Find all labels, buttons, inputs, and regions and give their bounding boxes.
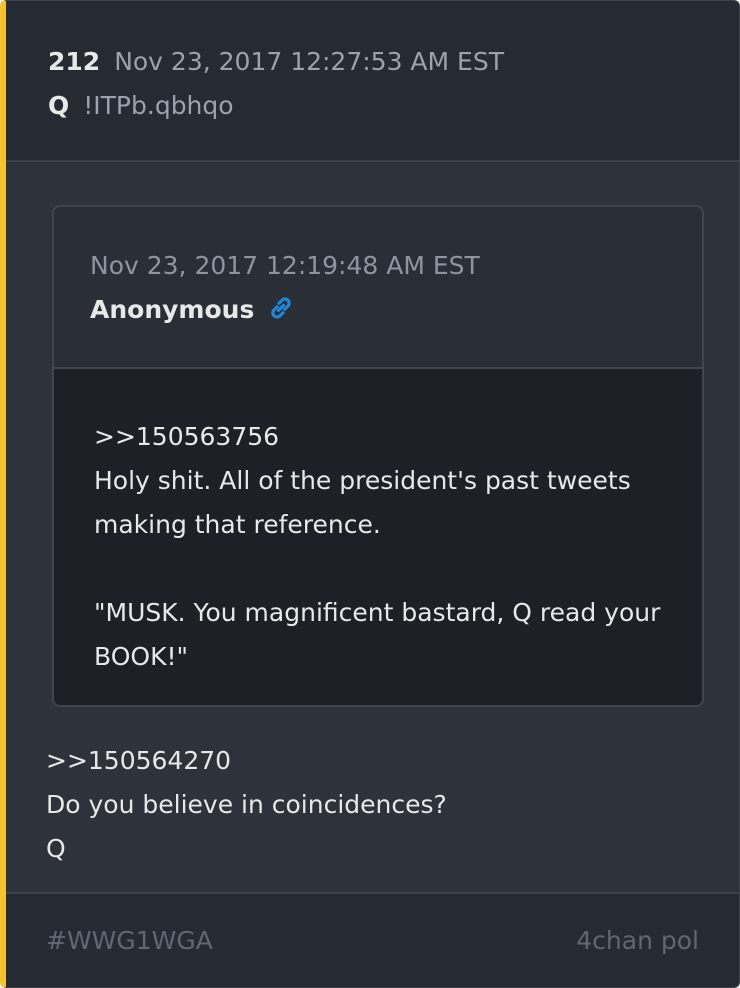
quoted-post-timestamp: Nov 23, 2017 12:19:48 AM EST [90,251,480,280]
post-reply-ref[interactable]: >>150564270 [46,739,447,783]
post-timestamp: Nov 23, 2017 12:27:53 AM EST [114,47,504,76]
quoted-post-reply-ref[interactable]: >>150563756 [94,415,674,459]
post-source: 4chan pol [576,926,699,955]
post-tripcode: !ITPb.qbhqo [83,91,234,120]
quoted-post: Nov 23, 2017 12:19:48 AM EST Anonymous >… [52,205,704,707]
post-header: 212 Nov 23, 2017 12:27:53 AM EST Q !ITPb.q… [6,1,739,162]
quoted-post-author: Anonymous [90,295,255,324]
post-signature: Q [46,834,66,863]
quoted-post-body: >>150563756 Holy shit. All of the presid… [94,415,674,679]
quoted-post-line: Holy shit. All of the president's past t… [94,466,631,539]
quoted-post-header: Nov 23, 2017 12:19:48 AM EST Anonymous [54,207,702,369]
post-card: 212 Nov 23, 2017 12:27:53 AM EST Q !ITPb.q… [0,0,740,988]
post-number: 212 [48,47,101,76]
post-body: >>150564270 Do you believe in coincidenc… [46,739,447,871]
post-author: Q [48,91,70,120]
post-line: Do you believe in coincidences? [46,790,447,819]
link-icon[interactable] [266,293,296,323]
post-footer: #WWG1WGA 4chan pol [6,892,739,987]
quoted-post-line: "MUSK. You magnificent bastard, Q read y… [94,598,661,671]
hashtag[interactable]: #WWG1WGA [46,926,213,955]
